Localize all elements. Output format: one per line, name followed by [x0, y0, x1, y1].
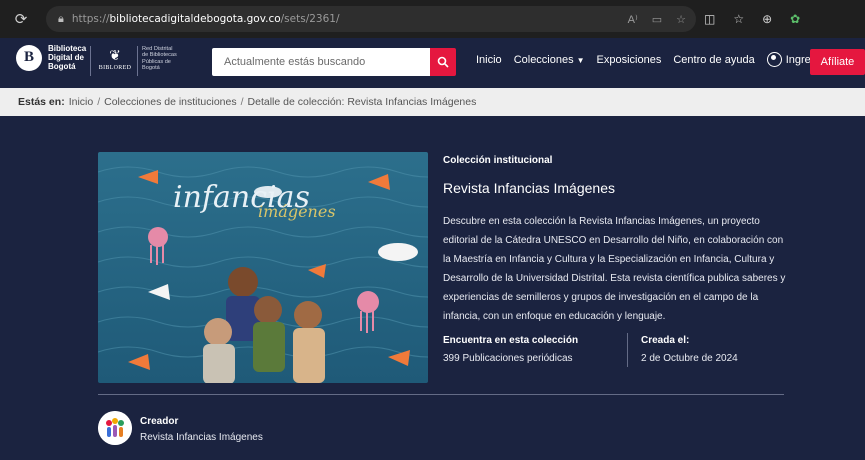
breadcrumb-colecciones[interactable]: Colecciones de instituciones [104, 96, 237, 108]
search-icon [437, 56, 449, 68]
creator-name[interactable]: Revista Infancias Imágenes [140, 432, 263, 443]
collections-icon[interactable]: ⊕ [762, 12, 772, 26]
section-divider [98, 394, 784, 395]
creator-label: Creador [140, 416, 179, 427]
search-bar [212, 48, 456, 76]
biblored-emblem-icon: ❦ [109, 47, 121, 63]
biblioteca-digital-logo[interactable]: B Biblioteca Digital de Bogotá [16, 44, 88, 71]
found-label: Encuentra en esta colección [443, 335, 579, 346]
extension-icon[interactable]: ✿ [790, 12, 800, 26]
main-nav: Inicio Colecciones ▼ Exposiciones Centro … [476, 52, 822, 67]
favorites-icon[interactable]: ☆ [733, 12, 744, 26]
logo-text-line: Bogotá [48, 62, 76, 71]
address-bar[interactable]: 🔒︎ https://bibliotecadigitaldebogota.gov… [46, 6, 696, 32]
logo-divider [137, 46, 138, 76]
logo-circle: B [16, 44, 42, 71]
creator-avatar [98, 411, 132, 445]
breadcrumb-inicio[interactable]: Inicio [69, 96, 94, 108]
breadcrumb-current: Detalle de colección: Revista Infancias … [247, 96, 477, 108]
afiliate-button[interactable]: Afíliate [810, 49, 865, 75]
breadcrumb: Estás en: Inicio / Colecciones de instit… [0, 88, 865, 116]
read-aloud-icon[interactable]: A⁾ [628, 13, 638, 26]
biblored-logo[interactable]: ❦ BIBLORED [97, 45, 133, 81]
lock-icon[interactable]: 🔒︎ [58, 13, 64, 26]
favorite-star-icon[interactable]: ☆ [676, 13, 686, 26]
split-screen-icon[interactable]: ◫ [704, 12, 715, 26]
red-distrital-text: Red Distrital de Bibliotecas Públicas de… [142, 46, 177, 72]
chevron-down-icon: ▼ [576, 55, 585, 65]
search-input[interactable] [212, 48, 430, 76]
nav-centro-de-ayuda[interactable]: Centro de ayuda [673, 54, 754, 66]
url-text: https://bibliotecadigitaldebogota.gov.co… [71, 13, 340, 25]
site-header: B Biblioteca Digital de Bogotá ❦ BIBLORE… [0, 38, 865, 88]
breadcrumb-prefix: Estás en: [18, 96, 65, 108]
cover-subtitle: imágenes [258, 202, 336, 221]
browser-toolbar: ⟳ 🔒︎ https://bibliotecadigitaldebogota.g… [0, 0, 865, 38]
collection-kicker: Colección institucional [443, 155, 553, 166]
collection-title: Revista Infancias Imágenes [443, 180, 615, 196]
logo-text-line: Biblioteca [48, 44, 87, 53]
created-value: 2 de Octubre de 2024 [641, 353, 738, 364]
reader-view-icon[interactable]: ▭ [652, 13, 662, 26]
stat-divider [627, 333, 628, 367]
reload-icon[interactable]: ⟳ [6, 4, 36, 34]
created-label: Creada el: [641, 335, 690, 346]
user-icon [766, 52, 782, 67]
found-value: 399 Publicaciones periódicas [443, 353, 573, 364]
nav-exposiciones[interactable]: Exposiciones [597, 54, 662, 66]
collection-cover-image: infancias imágenes [98, 152, 428, 383]
logo-divider [90, 46, 91, 76]
search-button[interactable] [430, 48, 456, 76]
logo-text-line: Digital de [48, 53, 85, 62]
biblored-wordmark: BIBLORED [98, 65, 132, 71]
nav-colecciones[interactable]: Colecciones ▼ [514, 54, 585, 66]
collection-description: Descubre en esta colección la Revista In… [443, 216, 786, 322]
nav-inicio[interactable]: Inicio [476, 54, 502, 66]
